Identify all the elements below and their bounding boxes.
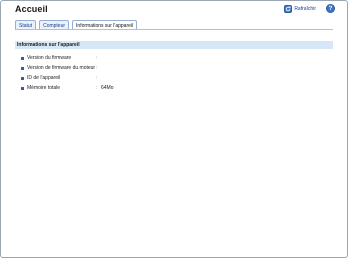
info-label: Version du firmware (27, 55, 72, 61)
section-header: Informations sur l'appareil (15, 41, 333, 49)
device-info-list: Version du firmware : Version de firmwar… (21, 53, 271, 93)
info-label: Version de firmware du moteur (27, 65, 96, 71)
info-value: 64Mo (101, 85, 114, 91)
bullet-icon (21, 66, 24, 70)
info-separator: : (96, 75, 98, 81)
bullet-icon (21, 76, 24, 80)
info-separator: : (96, 55, 98, 61)
refresh-icon (284, 4, 293, 13)
help-icon[interactable]: ? (326, 4, 335, 13)
tab-divider (15, 29, 333, 30)
refresh-label: Rafraîchir (294, 5, 316, 12)
browser-content-frame: Accueil Rafraîchir ? Statut Compteur Inf… (0, 0, 348, 258)
list-item: Version de firmware du moteur : (21, 63, 271, 73)
list-item: Mémoire totale : 64Mo (21, 83, 271, 93)
info-label: Mémoire totale (27, 85, 61, 91)
list-item: Version du firmware : (21, 53, 271, 63)
info-separator: : (96, 65, 98, 71)
list-item: ID de l'appareil : (21, 73, 271, 83)
bullet-icon (21, 56, 24, 60)
refresh-button[interactable]: Rafraîchir (284, 4, 316, 13)
page-title: Accueil (15, 4, 48, 14)
top-actions: Rafraîchir ? (284, 4, 335, 13)
info-label: ID de l'appareil (27, 75, 61, 81)
bullet-icon (21, 86, 24, 90)
